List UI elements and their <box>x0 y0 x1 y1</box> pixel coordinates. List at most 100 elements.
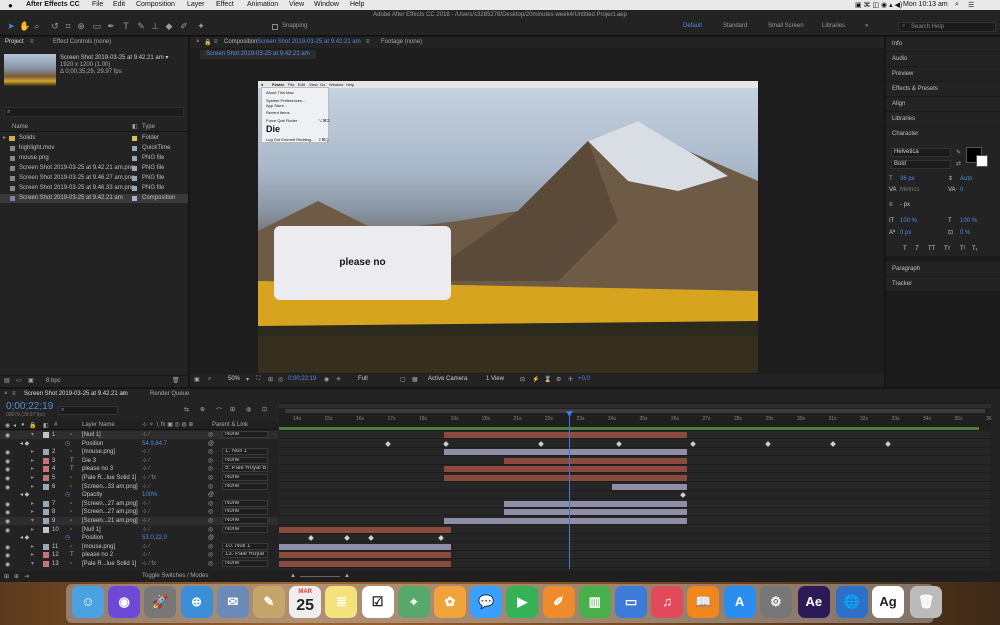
keyframe-nav-icon[interactable]: ◂ ◆ <box>20 491 29 499</box>
zoom-icon[interactable]: ⌕ <box>208 376 211 383</box>
comp-tab[interactable]: Screen Shot 2019-03-25 at 9.42.21 am <box>200 50 316 59</box>
label-color[interactable] <box>43 500 49 507</box>
parent-select[interactable]: None <box>222 508 268 516</box>
dock-icon-ae[interactable]: Ae <box>797 586 830 618</box>
layer-name[interactable]: please no 2 <box>82 551 113 559</box>
panel-menu-icon[interactable]: ≡ <box>30 39 34 45</box>
expand-arrow-icon[interactable]: ▸ <box>31 508 34 516</box>
draft-3d-icon[interactable]: ⊕ <box>200 406 205 413</box>
property-row[interactable]: ◂ ◆ ◷ Position 54.9,84.7 @ <box>0 440 278 448</box>
dock-icon-notes[interactable]: ✎ <box>253 586 285 618</box>
selection-tool-icon[interactable]: ➤ <box>6 21 16 31</box>
keyframe-icon[interactable] <box>616 440 622 447</box>
grid-icon[interactable]: ⊞ <box>268 376 273 383</box>
menu-layer[interactable]: Layer <box>187 1 205 8</box>
tab-project[interactable]: Project <box>0 37 24 48</box>
col-type[interactable]: Type <box>142 124 155 130</box>
layer-name[interactable]: [Null 1] <box>82 431 101 439</box>
clock[interactable]: Mon 10:13 am <box>903 1 948 8</box>
keyframe-icon[interactable] <box>885 440 891 447</box>
dock-icon-launchpad[interactable]: 🚀 <box>144 586 177 618</box>
tab-effect-controls[interactable]: Effect Controls (none) <box>48 37 111 48</box>
label-color[interactable] <box>43 518 49 524</box>
eye-icon[interactable]: ◉ <box>5 501 11 508</box>
superscript-button[interactable]: T¹ <box>960 245 966 254</box>
expand-arrow-icon[interactable]: ▾ <box>31 560 34 568</box>
label-color[interactable] <box>43 526 49 533</box>
workspace-menu-icon[interactable]: » <box>865 23 868 29</box>
expand-icon[interactable]: ⊞ <box>4 573 9 580</box>
panel-audio[interactable]: Audio <box>886 52 1000 67</box>
close-icon[interactable]: × <box>4 391 8 397</box>
dock-icon-network[interactable]: 🌐 <box>835 586 868 618</box>
search-help-field[interactable]: ⌕ Search Help <box>898 22 996 32</box>
dock-icon-siri[interactable]: ◉ <box>108 586 141 618</box>
layer-name[interactable]: Die 3 <box>82 457 96 465</box>
puppet-tool-icon[interactable]: ✦ <box>196 21 206 31</box>
exposure-value[interactable]: +0.0 <box>578 376 590 382</box>
hand-tool-icon[interactable]: ✋ <box>19 21 30 31</box>
switch-icons[interactable]: ⊹ ⁄ <box>142 465 150 473</box>
font-family-select[interactable]: Helvetica <box>891 148 951 157</box>
region-icon[interactable]: ▢ <box>400 376 406 383</box>
view-layout-select[interactable]: 1 View <box>486 376 504 382</box>
parent-pickwhip-icon[interactable]: ◎ <box>208 508 213 516</box>
camera-snapshot-icon[interactable]: ◎ <box>278 376 283 383</box>
switch-icons[interactable]: ⊹ ⁄ fx <box>142 474 156 482</box>
expand-arrow-icon[interactable]: ▾ <box>31 431 34 439</box>
zoom-slider[interactable] <box>285 409 985 413</box>
switch-icons[interactable]: ⊹ ⁄ <box>142 526 150 534</box>
dock-icon-safari[interactable]: ⊕ <box>180 586 213 618</box>
expand-arrow-icon[interactable]: ▾ <box>31 517 34 525</box>
parent-select[interactable]: None <box>222 517 268 524</box>
list-item-selected[interactable]: Screen Shot 2019-03-25 at 9.42.21 am Comp… <box>0 194 188 203</box>
parent-select[interactable]: None <box>222 456 268 464</box>
property-row[interactable]: ◂ ◆ ◷ Opacity 100% @ <box>0 491 278 499</box>
layer-duration-bar[interactable] <box>612 483 687 490</box>
new-comp-icon[interactable]: ▣ <box>28 377 34 384</box>
stopwatch-icon[interactable]: ◷ <box>65 534 70 542</box>
menu-window[interactable]: Window <box>314 1 339 8</box>
switch-icons[interactable]: ⊹ ⁄ <box>142 517 150 525</box>
work-area-bar[interactable] <box>279 404 991 408</box>
parent-select[interactable]: None <box>222 560 268 567</box>
new-folder-icon[interactable]: ▭ <box>16 377 22 384</box>
parent-pickwhip-icon[interactable]: ◎ <box>208 517 213 525</box>
eye-icon[interactable]: ◉ <box>5 552 11 559</box>
expand-arrow-icon[interactable]: ▸ <box>31 465 34 473</box>
layer-name[interactable]: [Screen...33 am.png] <box>82 483 138 491</box>
list-item[interactable]: ▸ Solids Folder <box>0 134 188 143</box>
layer-row[interactable]: ◉ ▸ 3 T Die 3 ⊹ ⁄ ◎ None <box>0 456 278 465</box>
layer-duration-bar[interactable] <box>444 475 687 481</box>
parent-select[interactable]: 5. Pale Royal B <box>222 465 268 473</box>
dock-icon-maps[interactable]: ⌖ <box>397 586 430 618</box>
dock-icon-system-preferences[interactable]: ⚙ <box>759 586 792 618</box>
layer-name[interactable]: [mouse.png] <box>82 448 115 456</box>
camera-tool-icon[interactable]: ⌗ <box>63 21 73 31</box>
parent-pickwhip-icon[interactable]: ◎ <box>208 500 213 508</box>
swap-colors-icon[interactable]: ⇄ <box>956 160 961 167</box>
keyframe-nav-icon[interactable]: ◂ ◆ <box>20 534 29 542</box>
workspace-small-screen[interactable]: Small Screen <box>768 23 804 29</box>
snapping-checkbox[interactable] <box>272 24 278 30</box>
parent-pickwhip-icon[interactable]: ◎ <box>208 551 213 559</box>
eye-icon[interactable]: ◉ <box>5 458 11 465</box>
layer-duration-bar[interactable] <box>279 543 451 550</box>
switch-icons[interactable]: ⊹ ⁄ <box>142 500 150 508</box>
eraser-tool-icon[interactable]: ◆ <box>164 21 174 31</box>
dock-icon-app-store[interactable]: A <box>723 586 756 618</box>
timeline-icon[interactable]: ⌛ <box>544 376 551 383</box>
timeline-tab-menu-icon[interactable]: ≡ <box>122 391 126 397</box>
timeline-search-input[interactable]: ⌕ <box>58 406 118 415</box>
panel-libraries[interactable]: Libraries <box>886 112 1000 127</box>
panel-effects-presets[interactable]: Effects & Presets <box>886 82 1000 97</box>
switch-icons[interactable]: ⊹ ⁄ fx <box>142 560 156 568</box>
menu-composition[interactable]: Composition <box>136 1 175 8</box>
switch-icons[interactable]: ⊹ ⁄ <box>142 457 150 465</box>
panel-info[interactable]: Info <box>886 37 1000 52</box>
project-item-name[interactable]: Screen Shot 2019-03-25 at 9.42.21 am ▾ <box>60 54 168 61</box>
layer-duration-bar[interactable] <box>444 466 687 473</box>
eye-icon[interactable]: ◉ <box>5 544 11 551</box>
dock-icon-facetime[interactable]: ▶ <box>506 586 539 618</box>
font-style-select[interactable]: Bold <box>891 160 951 169</box>
